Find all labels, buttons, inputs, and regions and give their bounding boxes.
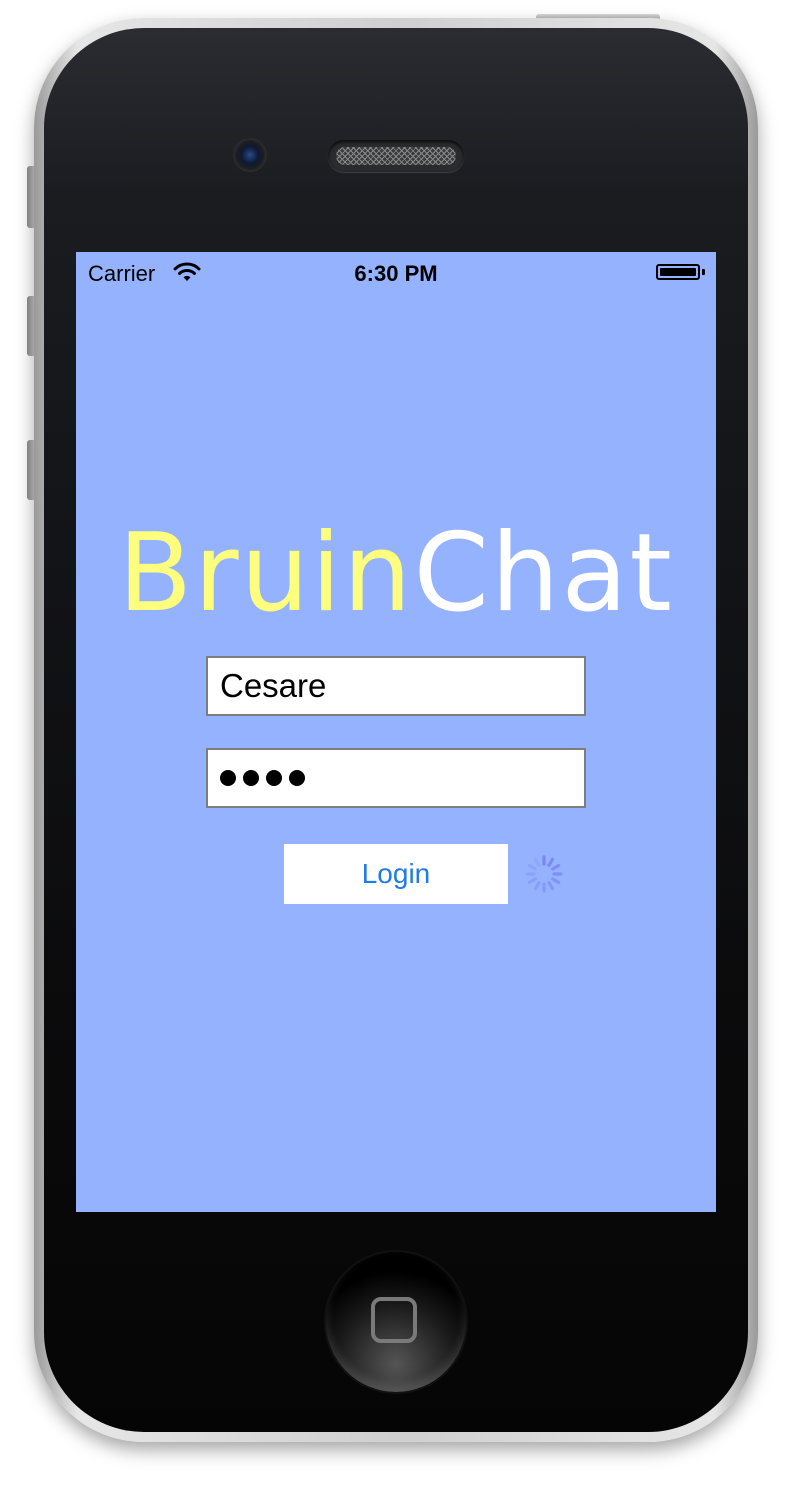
username-field[interactable] — [206, 656, 586, 716]
status-bar: Carrier 6:30 PM — [76, 252, 716, 292]
password-dot — [243, 770, 259, 786]
logo-chat-text: Chat — [413, 511, 674, 636]
battery-icon — [656, 264, 700, 280]
battery-level — [660, 268, 696, 276]
activity-spinner-icon — [525, 855, 563, 893]
password-field[interactable] — [206, 748, 586, 808]
logo-bruin-text: Bruin — [118, 511, 414, 636]
app-logo: BruinChat — [76, 514, 716, 634]
front-camera — [233, 138, 267, 172]
password-dot — [266, 770, 282, 786]
login-button[interactable]: Login — [284, 844, 508, 904]
app-screen: Carrier 6:30 PM BruinChat Login — [76, 252, 716, 1212]
home-button-icon — [371, 1297, 417, 1343]
home-button[interactable] — [326, 1252, 466, 1392]
earpiece-speaker — [328, 140, 464, 172]
password-dot — [289, 770, 305, 786]
battery-tip — [702, 269, 705, 275]
status-time: 6:30 PM — [354, 261, 438, 286]
password-dot — [220, 770, 236, 786]
